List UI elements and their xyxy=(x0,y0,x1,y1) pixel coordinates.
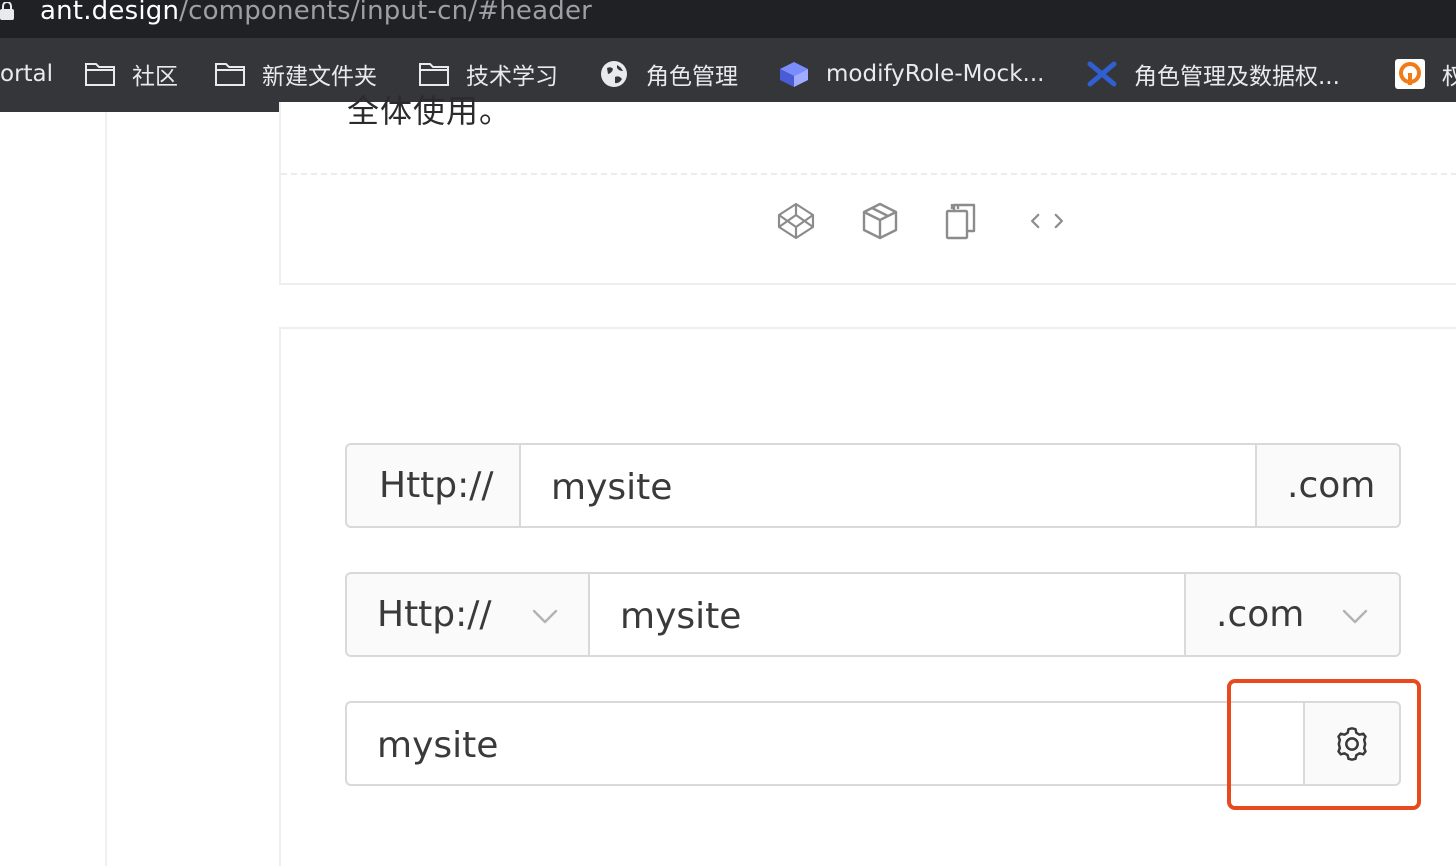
bookmark-label: ortal xyxy=(0,61,54,87)
addon-before-label: Http:// xyxy=(379,465,494,506)
addon-before: Http:// xyxy=(345,443,521,528)
dashed-divider xyxy=(281,173,1456,175)
globe-icon xyxy=(598,60,630,88)
suffix-select[interactable]: .com xyxy=(1184,572,1401,657)
site-input-value: mysite xyxy=(551,467,673,508)
protocol-select[interactable]: Http:// xyxy=(345,572,590,657)
bookmark-community[interactable]: 社区 xyxy=(84,56,178,92)
input-group-select: Http:// mysite .com xyxy=(345,572,1401,657)
bookmark-role-management[interactable]: 角色管理 xyxy=(598,56,738,92)
bookmark-role-data-permission[interactable]: 角色管理及数据权... xyxy=(1086,56,1340,92)
demo-card-previous: 全体使用。 xyxy=(279,92,1456,285)
chevron-down-icon xyxy=(1342,609,1368,624)
cube-icon xyxy=(778,60,810,88)
site-input[interactable]: mysite xyxy=(345,701,1303,786)
folder-icon xyxy=(214,60,246,88)
bookmark-orange-app[interactable]: 权 xyxy=(1394,56,1456,92)
addon-after-label: .com xyxy=(1287,465,1376,506)
chevron-down-icon xyxy=(532,609,558,624)
demo-description: 全体使用。 xyxy=(347,92,513,130)
lock-icon xyxy=(0,2,14,20)
suffix-select-value: .com xyxy=(1216,594,1305,635)
bookmark-label: 角色管理 xyxy=(646,64,738,90)
sidebar-divider xyxy=(105,112,107,866)
bookmark-label: 角色管理及数据权... xyxy=(1134,64,1340,90)
site-input-value: mysite xyxy=(377,725,499,766)
bookmark-label: 社区 xyxy=(132,64,178,90)
url-text[interactable]: ant.design/components/input-cn/#header xyxy=(40,0,592,28)
codepen-icon[interactable] xyxy=(775,200,817,242)
browser-address-bar[interactable]: ant.design/components/input-cn/#header xyxy=(0,0,1456,38)
bookmark-modifyrole-mock[interactable]: modifyRole-Mock... xyxy=(778,56,1044,92)
site-input[interactable]: mysite xyxy=(590,572,1184,657)
orange-app-icon xyxy=(1394,59,1426,89)
folder-icon xyxy=(84,60,116,88)
copy-icon[interactable] xyxy=(940,200,982,242)
bookmark-label: 权 xyxy=(1442,64,1456,90)
site-input-value: mysite xyxy=(620,596,742,637)
addon-after: .com xyxy=(1255,443,1401,528)
codesandbox-icon[interactable] xyxy=(859,200,901,242)
code-expand-icon[interactable] xyxy=(1026,200,1068,242)
highlight-annotation xyxy=(1227,679,1421,810)
folder-icon xyxy=(418,60,450,88)
input-group-addon: Http:// mysite .com xyxy=(345,443,1401,528)
site-input[interactable]: mysite xyxy=(521,443,1255,528)
url-host: ant.design xyxy=(40,0,180,26)
url-path: /components/input-cn/#header xyxy=(179,0,593,26)
bookmark-portal[interactable]: ortal xyxy=(0,56,53,92)
app-icon xyxy=(1086,60,1118,88)
bookmarks-bar: ortal 社区 新建文件夹 技术学习 角色管理 modifyRole-Mock… xyxy=(0,38,1456,112)
protocol-select-value: Http:// xyxy=(377,594,492,635)
bookmark-label: modifyRole-Mock... xyxy=(826,61,1045,87)
